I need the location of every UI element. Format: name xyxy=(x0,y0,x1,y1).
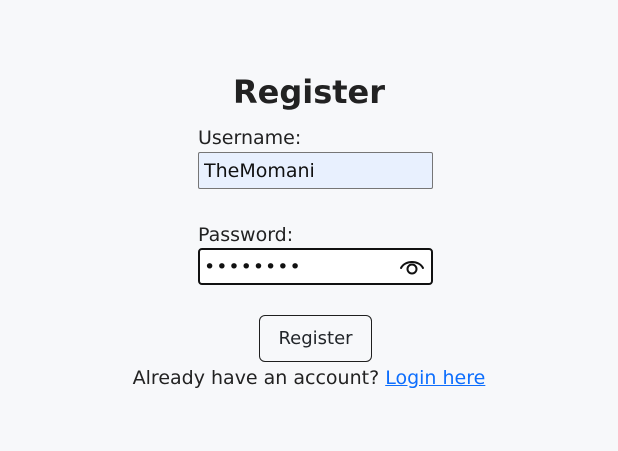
login-prompt-text: Already have an account? xyxy=(132,367,380,389)
password-input[interactable] xyxy=(200,250,398,283)
username-label: Username: xyxy=(198,127,302,149)
password-label: Password: xyxy=(198,224,294,246)
register-page: Register Username: Password: Register Al… xyxy=(0,0,618,451)
login-prompt: Already have an account? Login here xyxy=(0,366,618,390)
username-input[interactable] xyxy=(198,152,433,189)
page-title: Register xyxy=(232,73,386,111)
eye-icon[interactable] xyxy=(399,255,425,277)
login-link[interactable]: Login here xyxy=(385,367,485,389)
password-field[interactable] xyxy=(198,248,433,285)
register-button[interactable]: Register xyxy=(259,315,372,362)
